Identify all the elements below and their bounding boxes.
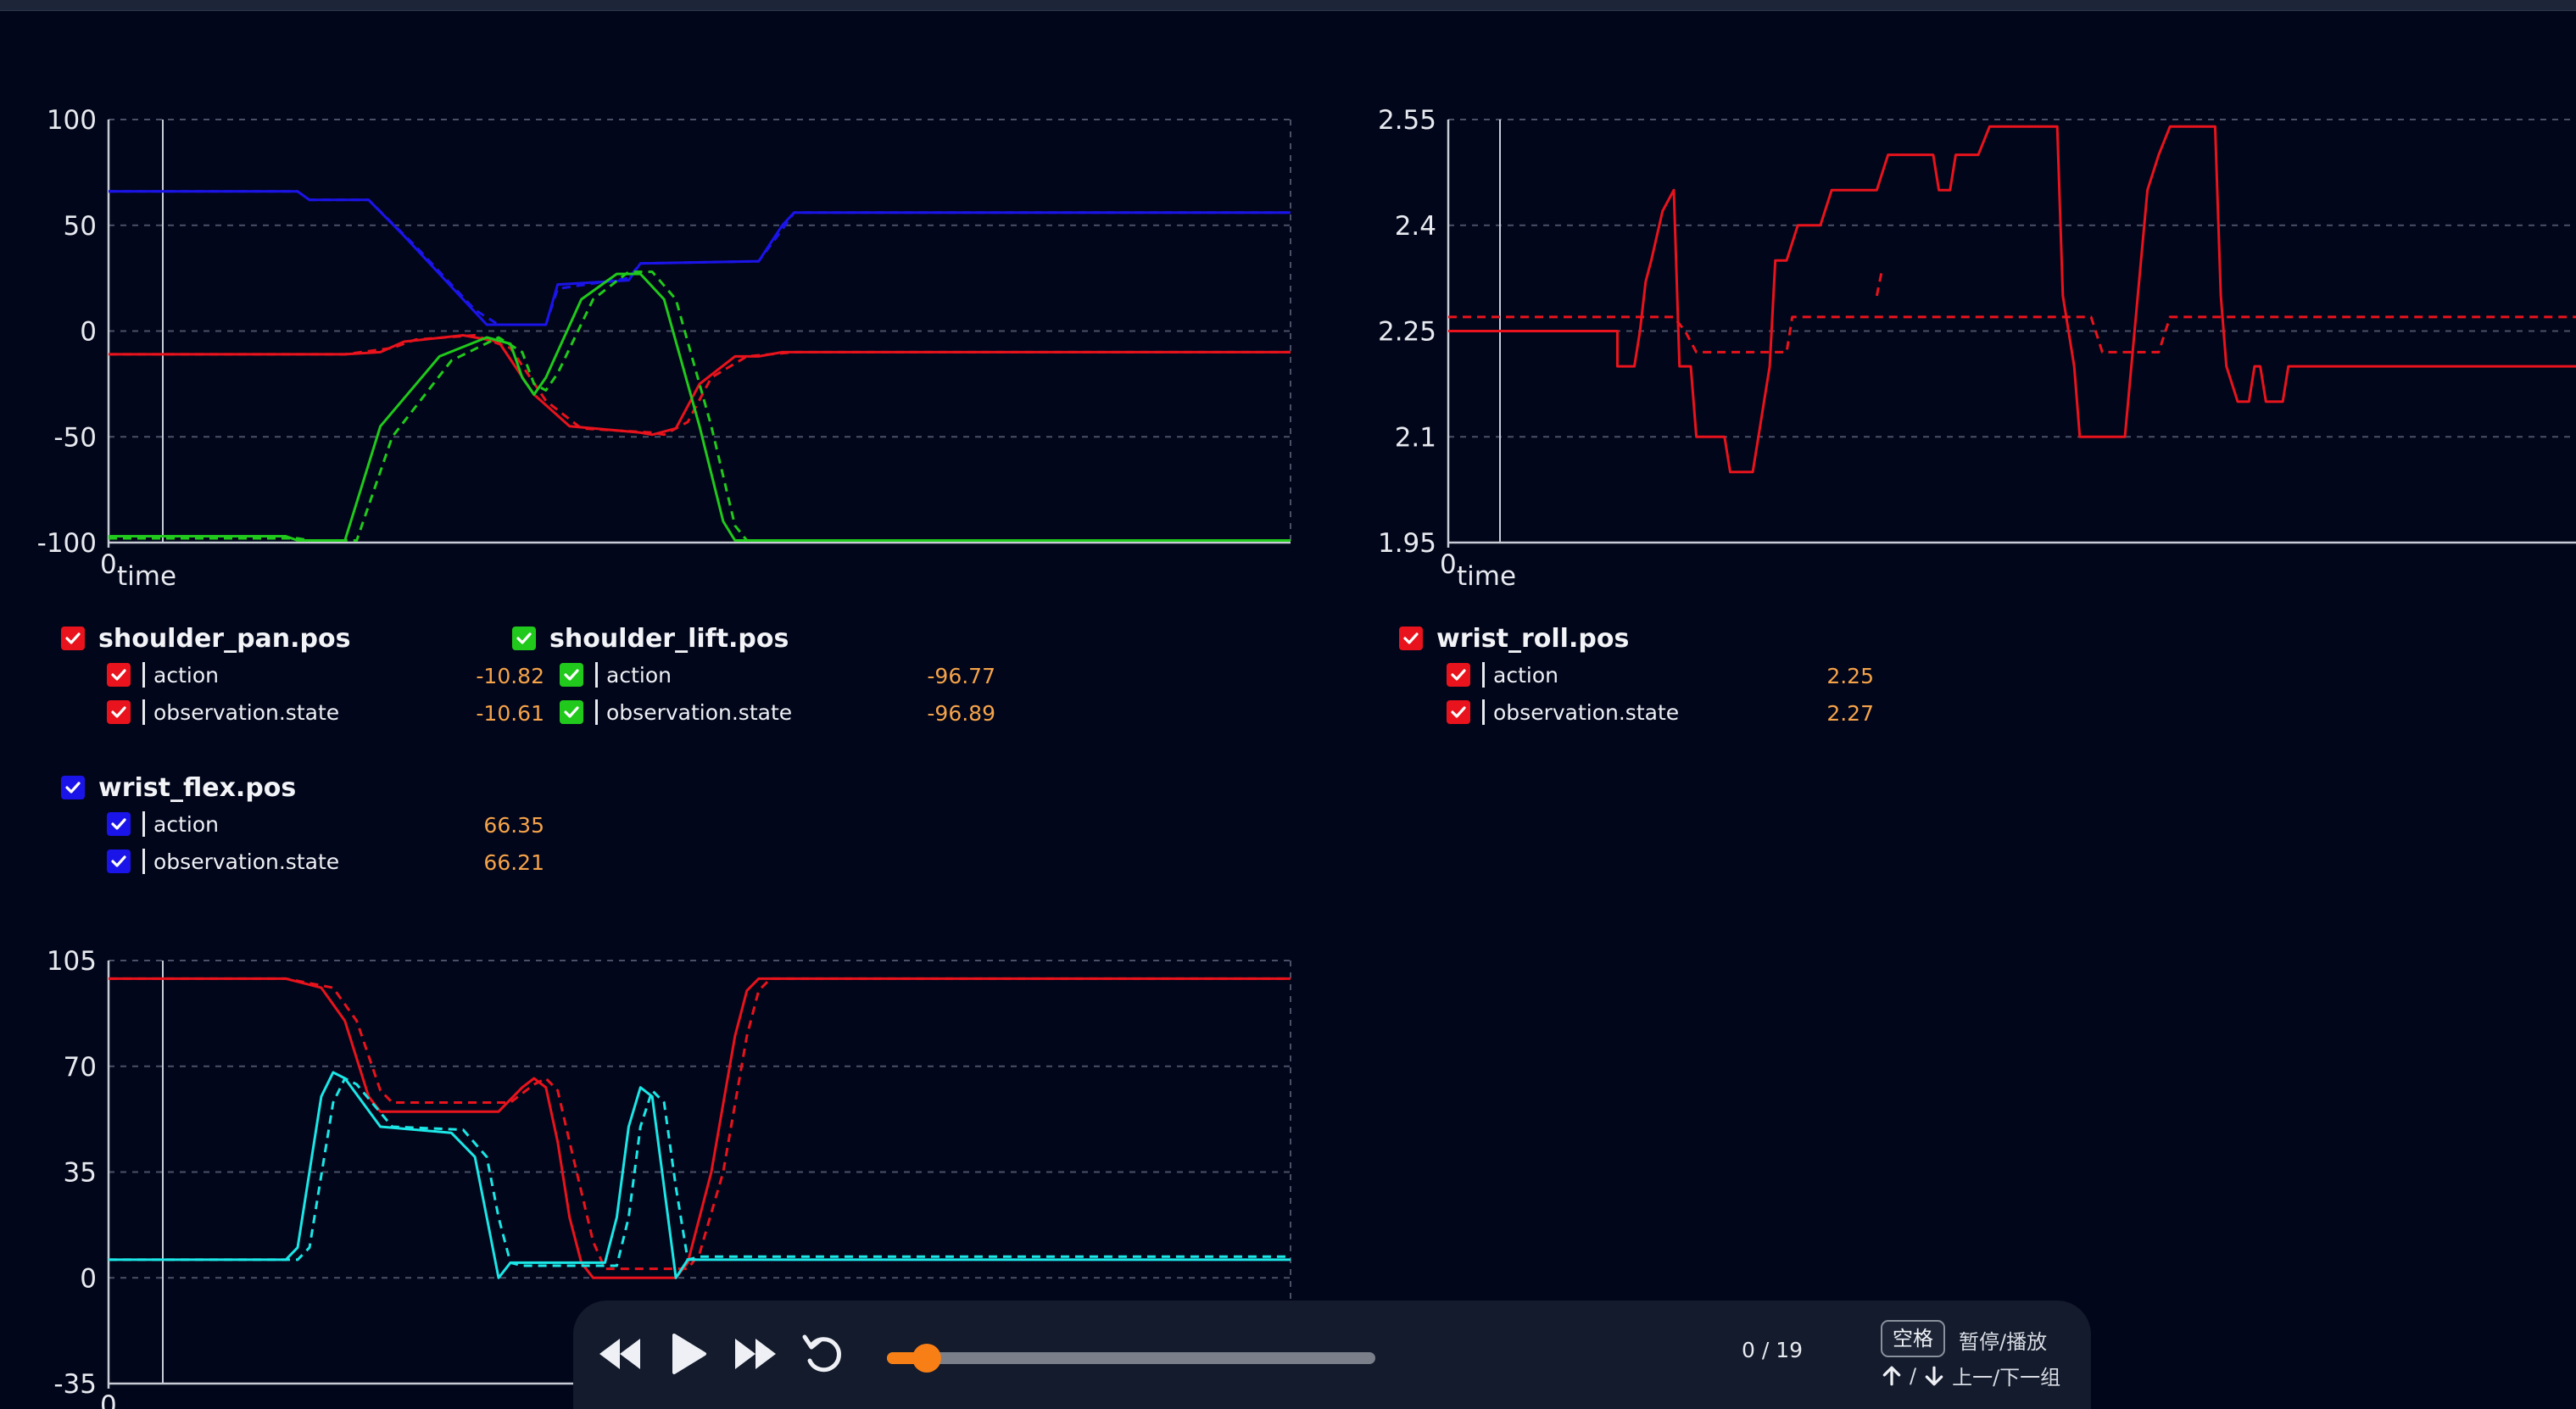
series-label: observation.state (1493, 699, 1680, 725)
space-key-badge: 空格 (1881, 1320, 1945, 1357)
checkbox-check-icon (111, 855, 126, 867)
y-tick-label: 105 (47, 946, 97, 977)
x-axis-title: time (1457, 561, 1516, 592)
solid-line-marker (142, 811, 145, 837)
series-value: -10.61 (476, 701, 544, 726)
legend-title: wrist_flex.pos (98, 772, 297, 803)
checkbox-check-icon (65, 782, 81, 794)
checkbox-check-icon (111, 818, 126, 830)
series-value: -96.77 (927, 664, 995, 688)
observation-state-checkbox[interactable] (560, 700, 583, 724)
series-value: -10.82 (476, 664, 544, 688)
observation-state-checkbox[interactable] (107, 849, 131, 873)
progress-slider[interactable] (887, 1344, 1375, 1373)
checkbox-check-icon (516, 632, 532, 644)
y-tick-label: 0 (80, 1263, 97, 1294)
series-label: observation.state (606, 699, 793, 725)
checkbox-check-icon (111, 706, 126, 718)
legend-title: shoulder_lift.pos (549, 623, 789, 654)
rewind-button[interactable] (590, 1324, 650, 1384)
y-tick-label: 70 (64, 1052, 97, 1083)
series-line-observation-state (109, 977, 1291, 1271)
action-checkbox[interactable] (107, 663, 131, 687)
checkbox-check-icon (564, 669, 579, 681)
playback-bar: 0 / 19 空格 暂停/播放 / 上一/下一组 (573, 1300, 2091, 1409)
dashed-line-marker (1482, 699, 1485, 725)
arrow-down-icon (1925, 1366, 1943, 1385)
arrows-hint: 上一/下一组 (1952, 1366, 2061, 1390)
series-line-action (109, 1071, 1291, 1279)
series-value: 2.27 (1826, 701, 1874, 726)
action-checkbox[interactable] (1447, 663, 1470, 687)
y-tick-label: -35 (53, 1369, 97, 1400)
x-tick-label: 0 (1440, 549, 1457, 580)
legend-shoulder-lift-checkbox[interactable] (512, 627, 536, 650)
y-tick-label: 2.25 (1378, 317, 1436, 348)
dashed-line-marker (595, 699, 598, 725)
arrow-separator: / (1910, 1363, 1917, 1388)
observation-state-checkbox[interactable] (107, 700, 131, 724)
series-line-observation-state (109, 1077, 1291, 1267)
legend-wrist-flex-checkbox[interactable] (61, 776, 85, 799)
checkbox-check-icon (1451, 669, 1466, 681)
x-tick-label: 0 (100, 1390, 117, 1409)
action-checkbox[interactable] (560, 663, 583, 687)
arrow-up-icon (1882, 1366, 1901, 1385)
legend-wrist-roll-checkbox[interactable] (1399, 627, 1423, 650)
action-checkbox[interactable] (107, 812, 131, 836)
legend-title: shoulder_pan.pos (98, 623, 351, 654)
series-line-action (109, 977, 1291, 1279)
series-line-observation-state (1875, 267, 1884, 297)
solid-line-marker (1482, 662, 1485, 688)
checkbox-check-icon (1403, 632, 1419, 644)
series-label: observation.state (153, 699, 340, 725)
solid-line-marker (142, 662, 145, 688)
reset-icon (802, 1334, 841, 1373)
checkbox-check-icon (564, 706, 579, 718)
y-tick-label: 1.95 (1378, 528, 1436, 559)
observation-state-checkbox[interactable] (1447, 700, 1470, 724)
series-value: 2.25 (1826, 664, 1874, 688)
fast-forward-icon (735, 1339, 776, 1369)
series-value: 66.21 (483, 850, 544, 875)
arrow-keys-hint-row: / 上一/下一组 (1881, 1361, 2060, 1390)
space-hint: 暂停/播放 (1959, 1330, 2048, 1354)
series-label: action (153, 662, 219, 688)
frame-counter: 0 / 19 (1742, 1338, 1804, 1362)
checkbox-check-icon (1451, 706, 1466, 718)
rewind-icon (599, 1339, 640, 1369)
y-tick-label: 35 (64, 1158, 97, 1189)
series-label: action (153, 811, 219, 837)
y-tick-label: 2.1 (1395, 422, 1436, 453)
y-tick-label: 2.4 (1395, 211, 1436, 242)
legend-title: wrist_roll.pos (1436, 623, 1630, 654)
series-label: observation.state (153, 849, 340, 874)
series-value: -96.89 (927, 701, 995, 726)
fast-forward-button[interactable] (726, 1324, 785, 1384)
play-button[interactable] (658, 1324, 717, 1384)
solid-line-marker (595, 662, 598, 688)
progress-knob[interactable] (912, 1344, 941, 1373)
reset-button[interactable] (794, 1324, 853, 1384)
series-label: action (606, 662, 672, 688)
play-icon (672, 1334, 706, 1374)
legend-shoulder-pan-checkbox[interactable] (61, 627, 85, 650)
dashed-line-marker (142, 849, 145, 874)
series-line-action (1448, 125, 2576, 474)
series-label: action (1493, 662, 1558, 688)
checkbox-check-icon (111, 669, 126, 681)
y-tick-label: 2.55 (1378, 105, 1436, 136)
dashed-line-marker (142, 699, 145, 725)
checkbox-check-icon (65, 632, 81, 644)
series-value: 66.35 (483, 813, 544, 838)
